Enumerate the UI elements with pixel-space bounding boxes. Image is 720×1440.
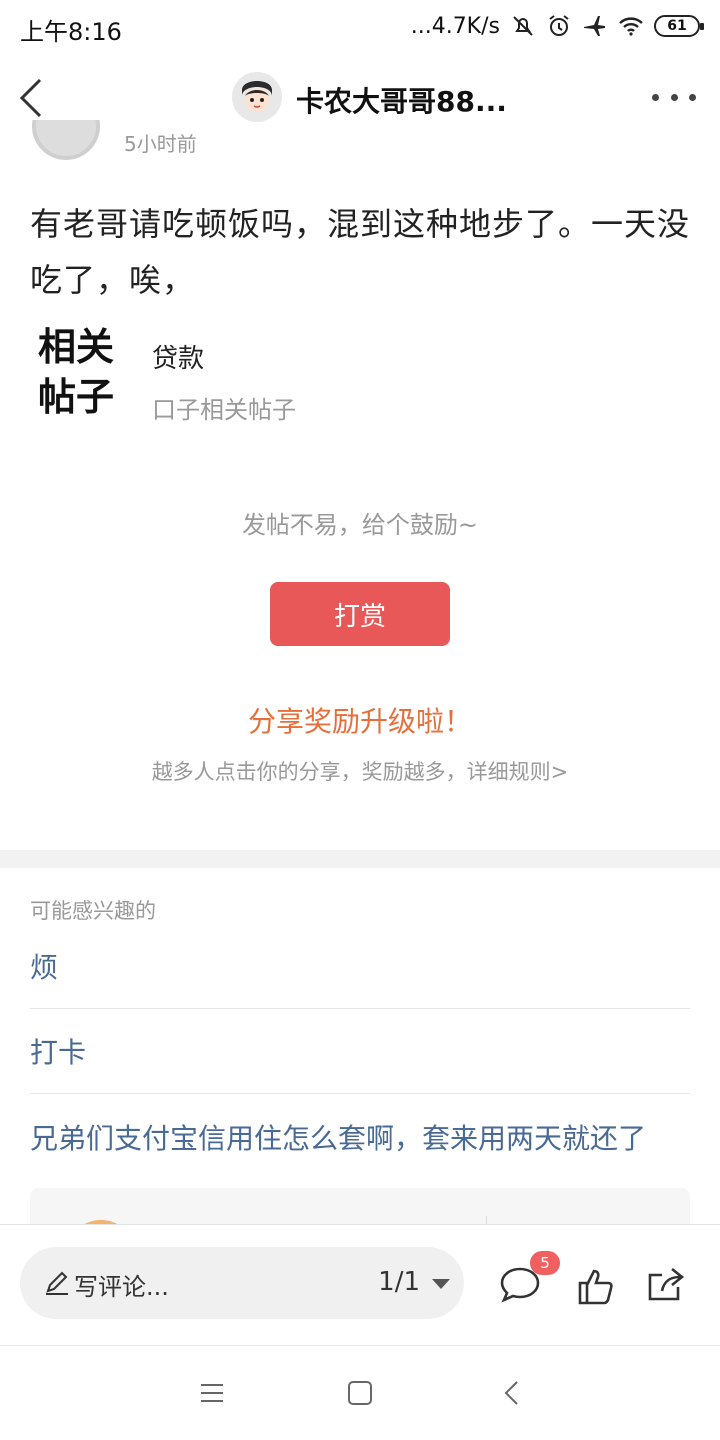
- author-avatar[interactable]: [232, 72, 282, 122]
- encourage-text: 发帖不易，给个鼓励~: [241, 511, 479, 539]
- status-bar: 上午8:16 ...4.7K/s 61: [0, 0, 720, 52]
- comment-placeholder: 写评论...: [74, 1273, 169, 1301]
- home-square-icon[interactable]: [345, 1378, 375, 1408]
- caret-down-icon[interactable]: [432, 1279, 450, 1289]
- section-divider: [0, 850, 720, 868]
- mute-bell-icon: [513, 16, 533, 36]
- alarm-icon: [549, 15, 569, 36]
- share-icon[interactable]: [644, 1263, 688, 1307]
- pen-icon: [46, 1271, 68, 1295]
- back-arrow-icon[interactable]: [14, 74, 54, 122]
- post-body-text: 有老哥请吃顿饭吗，混到这种地步了。一天没吃了，唉，: [30, 205, 691, 299]
- wifi-icon: [619, 17, 643, 36]
- battery-level: 61: [667, 18, 687, 34]
- interest-item[interactable]: 烦: [30, 924, 690, 1009]
- airplane-icon: [584, 16, 605, 36]
- comment-count-badge: 5: [530, 1251, 560, 1275]
- system-nav-bar: [0, 1345, 720, 1440]
- tip-button[interactable]: 打赏: [270, 582, 450, 646]
- share-reward-title: 分享奖励升级啦！: [247, 705, 472, 738]
- interest-list: 烦 打卡 兄弟们支付宝信用住怎么套啊，套来用两天就还了: [30, 924, 690, 1179]
- battery-indicator: 61: [654, 15, 704, 37]
- related-post-subtitle: 口子相关帖子: [152, 396, 296, 424]
- comment-input[interactable]: 写评论... 1/1: [20, 1247, 464, 1319]
- recommended-card[interactable]: [30, 1188, 690, 1228]
- post-author-avatar[interactable]: [32, 120, 100, 160]
- post-time: 5小时前: [124, 132, 197, 156]
- interest-item[interactable]: 打卡: [30, 1009, 690, 1094]
- related-posts-card[interactable]: 相关帖子 贷款 口子相关帖子: [38, 322, 538, 426]
- author-row: 5小时前: [32, 120, 432, 164]
- related-post-title[interactable]: 贷款: [152, 338, 204, 375]
- cartoon-face-icon: [232, 72, 282, 122]
- interest-item[interactable]: 兄弟们支付宝信用住怎么套啊，套来用两天就还了: [30, 1094, 690, 1179]
- bottom-action-bar: 写评论... 1/1 5: [0, 1224, 720, 1344]
- interest-heading: 可能感兴趣的: [30, 899, 156, 923]
- page-indicator[interactable]: 1/1: [378, 1267, 420, 1297]
- menu-icon[interactable]: [197, 1378, 227, 1408]
- system-back-icon[interactable]: [497, 1378, 527, 1408]
- network-speed: ...4.7K/s: [410, 13, 500, 39]
- thumbs-up-icon[interactable]: [574, 1263, 618, 1307]
- status-icons: ...4.7K/s 61: [410, 10, 704, 42]
- status-time: 上午8:16: [20, 18, 122, 46]
- share-rules-link[interactable]: 越多人点击你的分享，奖励越多，详细规则>: [0, 756, 720, 786]
- more-options-icon[interactable]: [652, 82, 696, 112]
- author-name-title[interactable]: 卡农大哥哥88...: [296, 80, 507, 120]
- related-posts-label: 相关帖子: [38, 324, 115, 419]
